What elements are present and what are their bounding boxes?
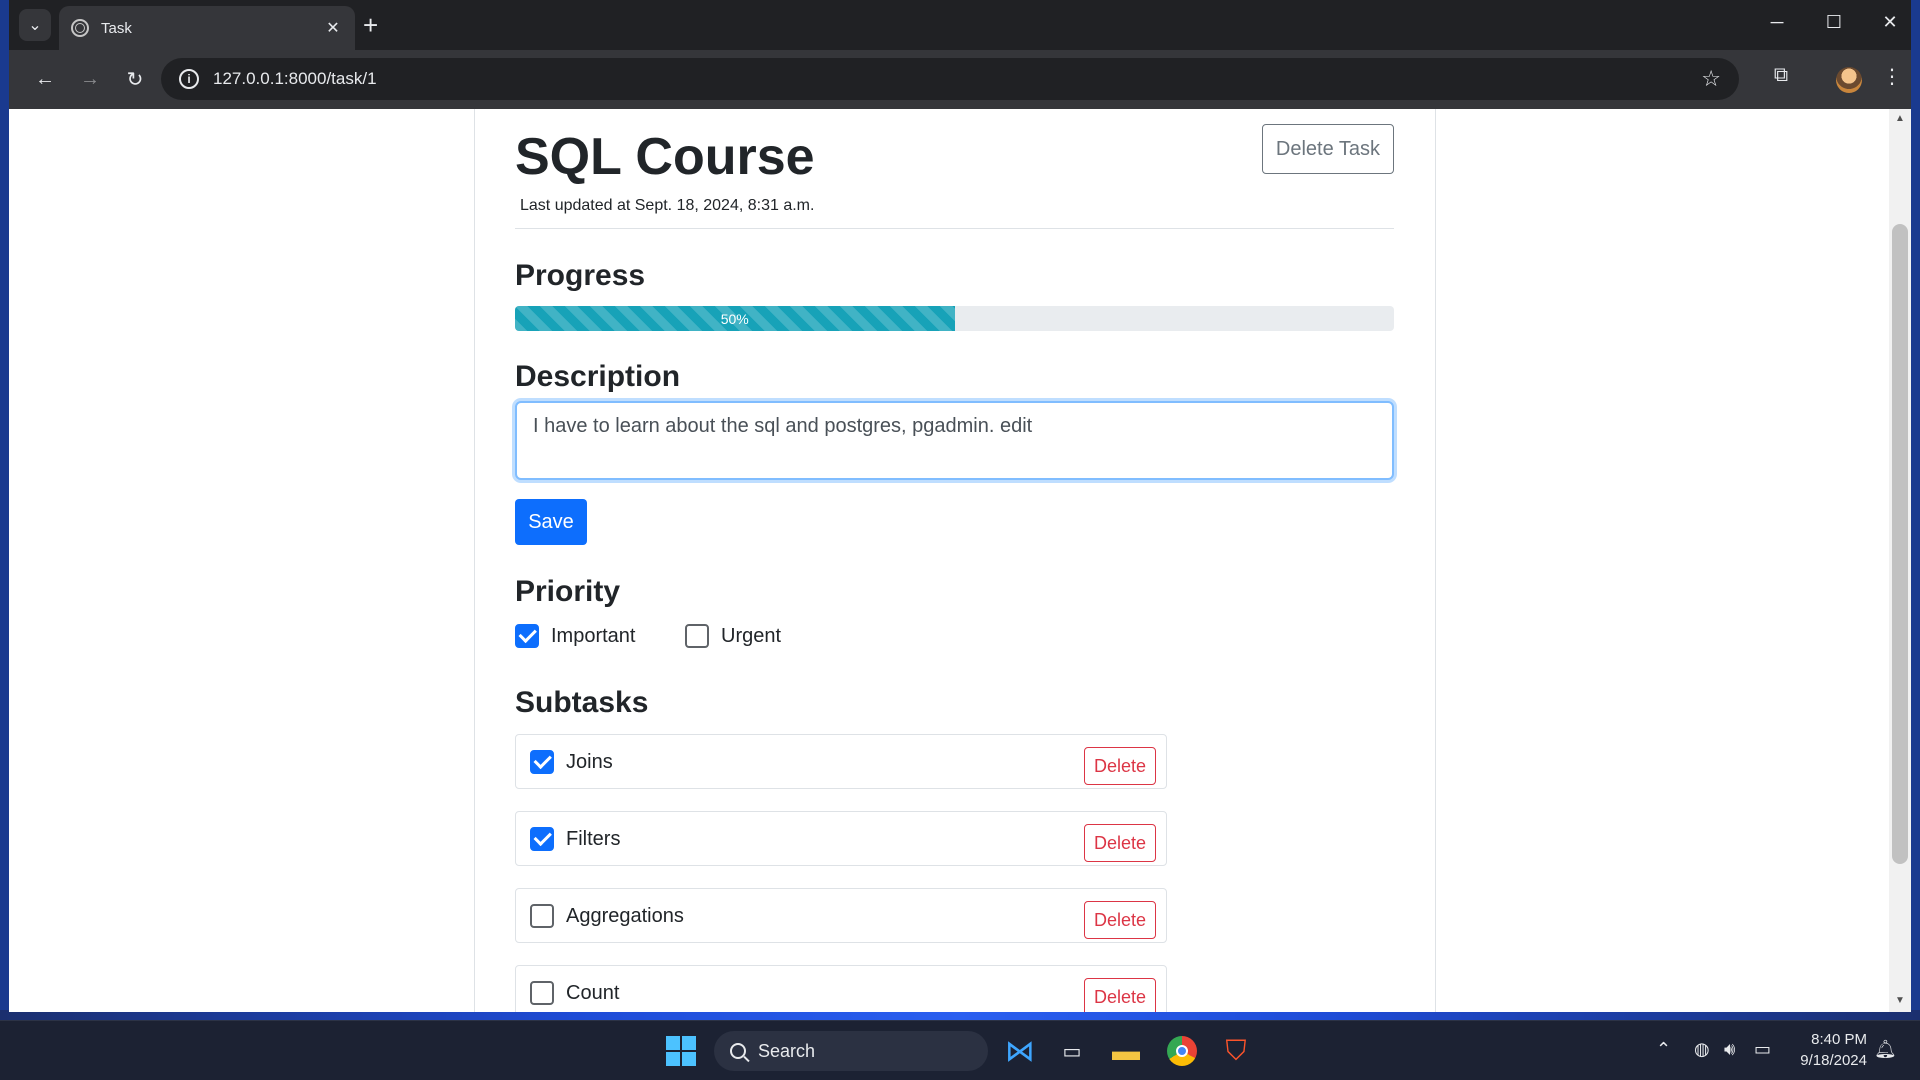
- subtask-label: Aggregations: [566, 904, 684, 927]
- page-title: SQL Course: [515, 128, 815, 186]
- volume-icon[interactable]: 🔊︎: [1724, 1039, 1735, 1060]
- progress-heading: Progress: [515, 259, 646, 292]
- globe-icon: [71, 19, 89, 37]
- subtask-label: Filters: [566, 827, 621, 850]
- tab-search-button[interactable]: ⌄: [19, 9, 51, 41]
- scroll-up-arrow-icon[interactable]: ▲: [1894, 113, 1906, 124]
- subtask-check[interactable]: Filters: [530, 827, 620, 851]
- search-label: Search: [758, 1040, 816, 1061]
- subtask-item: Joins Delete: [515, 734, 1167, 789]
- start-button[interactable]: [661, 1031, 701, 1071]
- page-scrollbar[interactable]: ▲ ▼: [1889, 109, 1911, 1012]
- notification-bell-icon[interactable]: 🔔︎: [1874, 1039, 1897, 1060]
- tab-task[interactable]: Task ✕: [59, 6, 355, 50]
- subtask-check[interactable]: Aggregations: [530, 904, 684, 928]
- browser-toolbar: ← → ↻ i 127.0.0.1:8000/task/1 ☆ ⧉ ⋮: [9, 50, 1911, 109]
- maximize-icon[interactable]: ☐: [1814, 12, 1854, 33]
- tab-strip: ⌄ Task ✕ + ─ ☐ ✕: [9, 0, 1911, 50]
- last-updated-text: Last updated at Sept. 18, 2024, 8:31 a.m…: [520, 197, 815, 214]
- subtask-checkbox[interactable]: [530, 750, 554, 774]
- close-icon[interactable]: ✕: [323, 18, 343, 38]
- checkbox-important[interactable]: [515, 624, 539, 648]
- extensions-puzzle-icon[interactable]: ⧉: [1766, 64, 1796, 87]
- chevron-up-icon[interactable]: ⌃: [1656, 1039, 1671, 1060]
- subtask-checkbox[interactable]: [530, 904, 554, 928]
- chevron-down-icon: ⌄: [28, 17, 42, 34]
- reload-icon[interactable]: ↻: [120, 64, 150, 94]
- kebab-menu-icon[interactable]: ⋮: [1877, 64, 1907, 89]
- forward-arrow-icon[interactable]: →: [75, 64, 105, 94]
- terminal-icon[interactable]: ▭: [1052, 1031, 1092, 1071]
- subtask-checkbox[interactable]: [530, 827, 554, 851]
- chrome-icon[interactable]: [1162, 1031, 1202, 1071]
- subtask-check[interactable]: Joins: [530, 750, 613, 774]
- browser-window: ⌄ Task ✕ + ─ ☐ ✕ ← → ↻ i 127.0.0.1:8000/…: [9, 0, 1911, 1012]
- windows-logo-icon: [666, 1036, 696, 1066]
- priority-important[interactable]: Important: [515, 624, 635, 648]
- subtask-label: Joins: [566, 750, 613, 773]
- description-textarea[interactable]: [515, 401, 1394, 480]
- file-explorer-icon[interactable]: ▬: [1106, 1031, 1146, 1071]
- windows-taskbar: Search ⋈ ▭ ▬ ⛉ ⌃ ◍ 🔊︎ ▭ 8:40 PM 9/18/202…: [0, 1020, 1920, 1080]
- network-globe-icon[interactable]: ◍: [1694, 1039, 1710, 1060]
- new-tab-button[interactable]: +: [363, 12, 378, 38]
- save-button[interactable]: Save: [515, 499, 587, 545]
- search-icon: [730, 1043, 746, 1059]
- delete-task-button[interactable]: Delete Task: [1262, 124, 1394, 174]
- subtask-item: Count Delete: [515, 965, 1167, 1012]
- priority-label: Important: [551, 624, 636, 647]
- priority-heading: Priority: [515, 575, 621, 608]
- task-detail-container: SQL Course Last updated at Sept. 18, 202…: [474, 109, 1436, 1012]
- delete-subtask-button[interactable]: Delete: [1084, 901, 1156, 939]
- subtask-item: Aggregations Delete: [515, 888, 1167, 943]
- subtasks-heading: Subtasks: [515, 686, 649, 719]
- delete-subtask-button[interactable]: Delete: [1084, 978, 1156, 1012]
- priority-urgent[interactable]: Urgent: [685, 624, 781, 648]
- minimize-icon[interactable]: ─: [1757, 12, 1797, 33]
- bookmark-star-icon[interactable]: ☆: [1701, 66, 1721, 92]
- clock-time: 8:40 PM: [1811, 1031, 1867, 1048]
- brave-icon[interactable]: ⛉: [1216, 1031, 1256, 1071]
- taskbar-search[interactable]: Search: [714, 1031, 988, 1071]
- clock-date: 9/18/2024: [1800, 1052, 1867, 1069]
- subtask-checkbox[interactable]: [530, 981, 554, 1005]
- divider: [515, 228, 1394, 229]
- vscode-icon[interactable]: ⋈: [1000, 1031, 1040, 1071]
- back-arrow-icon[interactable]: ←: [30, 64, 60, 94]
- priority-label: Urgent: [721, 624, 782, 647]
- scrollbar-thumb[interactable]: [1892, 224, 1908, 864]
- subtask-item: Filters Delete: [515, 811, 1167, 866]
- progress-bar: 50%: [515, 306, 955, 331]
- scroll-down-arrow-icon[interactable]: ▼: [1894, 995, 1906, 1006]
- description-heading: Description: [515, 360, 681, 393]
- battery-icon[interactable]: ▭: [1754, 1039, 1771, 1060]
- window-close-icon[interactable]: ✕: [1870, 12, 1910, 33]
- profile-avatar[interactable]: [1836, 67, 1862, 93]
- info-icon[interactable]: i: [179, 69, 199, 89]
- progress-track: 50%: [515, 306, 1394, 331]
- system-clock[interactable]: 8:40 PM 9/18/2024: [1795, 1029, 1867, 1071]
- page-viewport: SQL Course Last updated at Sept. 18, 202…: [9, 109, 1911, 1012]
- delete-subtask-button[interactable]: Delete: [1084, 747, 1156, 785]
- tab-title: Task: [101, 19, 132, 37]
- subtask-check[interactable]: Count: [530, 981, 619, 1005]
- address-bar[interactable]: i 127.0.0.1:8000/task/1 ☆: [161, 58, 1739, 100]
- delete-subtask-button[interactable]: Delete: [1084, 824, 1156, 862]
- url-text[interactable]: 127.0.0.1:8000/task/1: [213, 69, 377, 89]
- subtask-label: Count: [566, 981, 620, 1004]
- checkbox-urgent[interactable]: [685, 624, 709, 648]
